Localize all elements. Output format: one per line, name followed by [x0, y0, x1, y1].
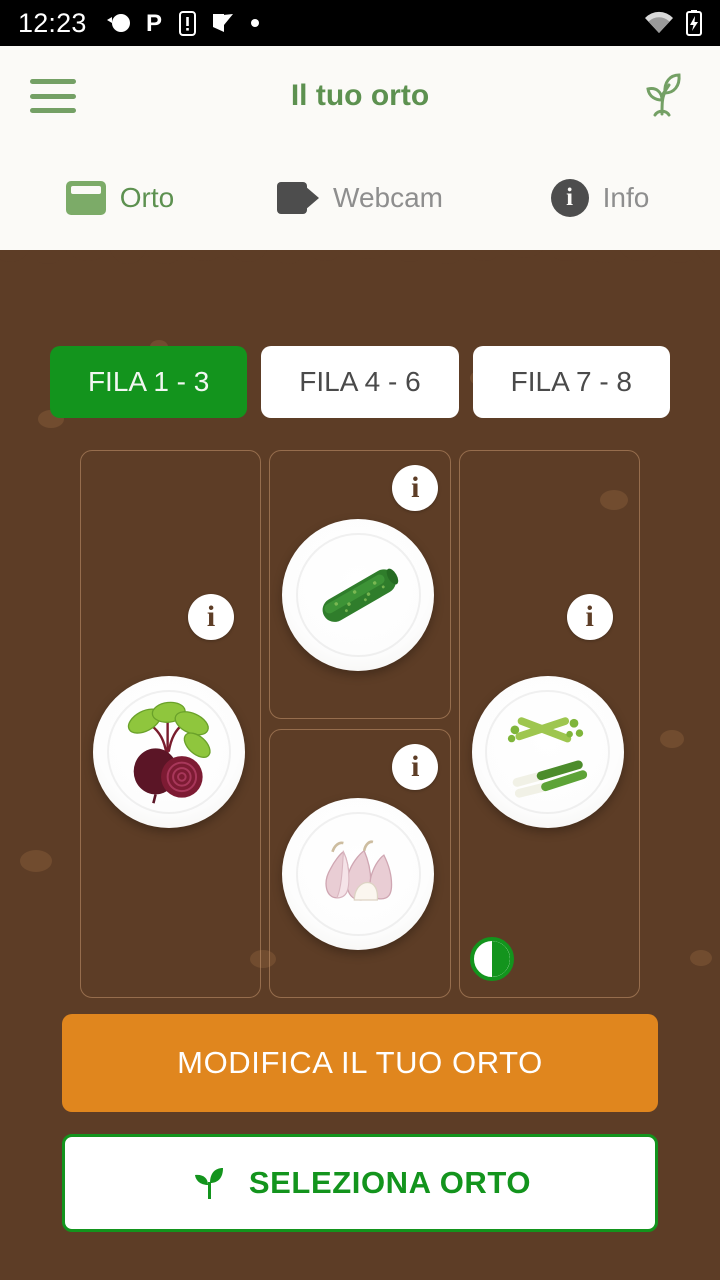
- plot-leek[interactable]: i: [458, 450, 640, 998]
- sprout-icon: [194, 1168, 223, 1199]
- leek-celery-image: [507, 717, 588, 798]
- main-content: FILA 1 - 3 FILA 4 - 6 FILA 7 - 8 i i i i…: [0, 250, 720, 1280]
- info-icon[interactable]: i: [392, 465, 439, 511]
- row-tab-fila-7-8[interactable]: FILA 7 - 8: [472, 346, 670, 418]
- garden-bed-icon: [65, 181, 106, 215]
- tab-info-label: Info: [602, 182, 650, 213]
- status-bar-clock: 12:23: [18, 7, 87, 38]
- svg-text:P: P: [146, 11, 162, 35]
- status-bar-system-icons: [644, 10, 702, 36]
- select-garden-button[interactable]: SELEZIONA ORTO: [62, 1134, 658, 1232]
- tab-webcam-label: Webcam: [333, 182, 443, 213]
- tab-orto-label: Orto: [119, 182, 175, 213]
- parking-icon: P: [146, 11, 162, 35]
- status-bar-notification-icons: P: [105, 10, 260, 36]
- plot-beetroot[interactable]: i: [80, 450, 262, 998]
- plot-column-1: i: [80, 450, 262, 998]
- battery-charging-icon: [686, 10, 702, 36]
- row-selector: FILA 1 - 3 FILA 4 - 6 FILA 7 - 8: [0, 250, 720, 418]
- dot-icon: [250, 19, 259, 27]
- row-tab-fila-4-6[interactable]: FILA 4 - 6: [261, 346, 459, 418]
- plot-cucumber[interactable]: i: [269, 450, 451, 719]
- checklist-icon: [212, 14, 233, 32]
- page-title: Il tuo orto: [290, 79, 430, 112]
- status-bar: 12:23 P: [0, 0, 720, 46]
- garlic-image: [325, 840, 392, 901]
- select-garden-label: SELEZIONA ORTO: [248, 1165, 532, 1200]
- hamburger-bar: [30, 108, 76, 113]
- video-camera-icon: [277, 182, 320, 214]
- plot-column-3: i: [458, 450, 640, 998]
- vegetable-plate-garlic[interactable]: [282, 798, 435, 950]
- sprout-glyph: [646, 73, 681, 117]
- vegetable-plate-beetroot[interactable]: [93, 676, 245, 828]
- info-icon[interactable]: i: [392, 744, 439, 790]
- tab-info[interactable]: i Info: [480, 179, 720, 217]
- phone-alert-icon: [178, 10, 196, 36]
- plot-column-2: i i: [269, 450, 451, 998]
- app-bar: Il tuo orto: [0, 46, 720, 146]
- edit-garden-button[interactable]: MODIFICA IL TUO ORTO: [62, 1014, 658, 1112]
- plot-garlic[interactable]: i: [269, 729, 451, 998]
- hamburger-bar: [30, 93, 76, 99]
- tab-orto[interactable]: Orto: [0, 181, 240, 215]
- wifi-icon: [645, 11, 673, 33]
- info-icon[interactable]: i: [188, 594, 234, 640]
- hamburger-bar: [30, 79, 76, 84]
- info-circle-icon: i: [550, 179, 589, 217]
- vegetable-plate-leek[interactable]: [471, 676, 624, 828]
- hamburger-menu-icon[interactable]: [30, 79, 76, 113]
- sprout-icon[interactable]: [634, 68, 690, 124]
- cucumber-image: [322, 568, 398, 623]
- vegetable-plate-cucumber[interactable]: [282, 519, 435, 671]
- beetroot-image: [128, 702, 211, 804]
- garden-plot-grid: i i i i: [0, 418, 720, 998]
- satellite-icon: [106, 14, 130, 32]
- row-tab-fila-1-3[interactable]: FILA 1 - 3: [50, 346, 248, 418]
- tab-webcam[interactable]: Webcam: [240, 182, 480, 214]
- action-buttons: MODIFICA IL TUO ORTO SELEZIONA ORTO: [0, 998, 720, 1232]
- tab-bar: Orto Webcam i Info: [0, 146, 720, 250]
- info-icon[interactable]: i: [566, 594, 613, 640]
- half-circle-icon[interactable]: [469, 937, 514, 981]
